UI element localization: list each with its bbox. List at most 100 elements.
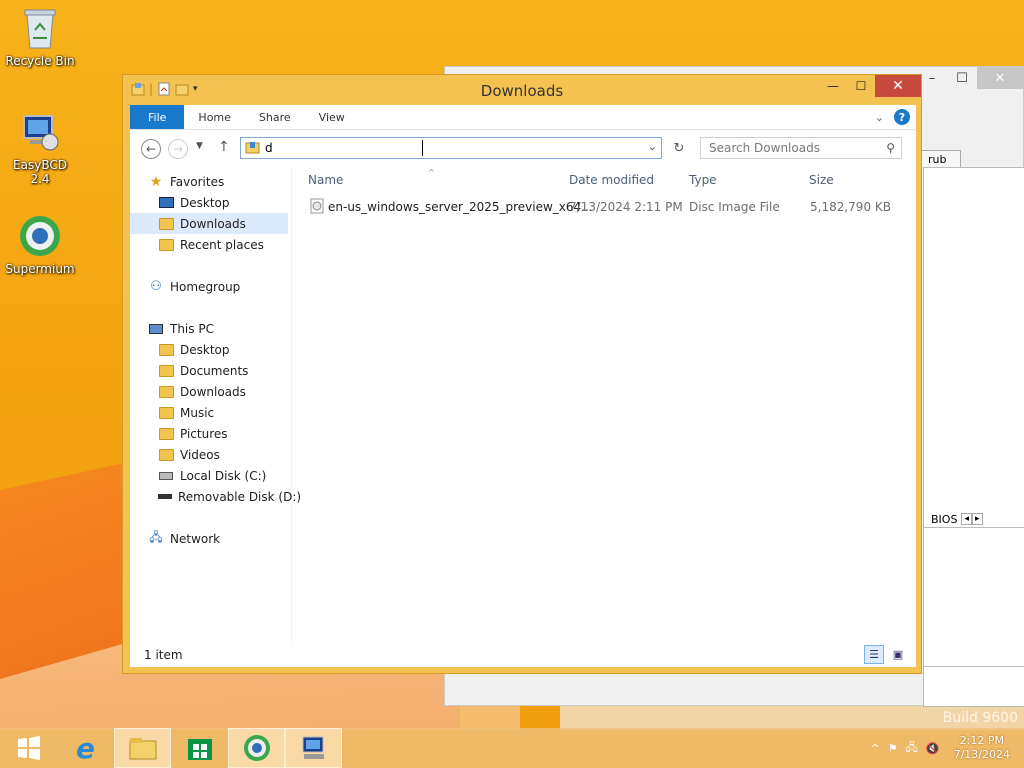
recycle-bin-icon: [18, 6, 62, 50]
tab-share[interactable]: Share: [245, 105, 305, 129]
nav-homegroup[interactable]: ⚇ Homegroup: [130, 276, 288, 297]
maximize-icon[interactable]: ☐: [947, 67, 977, 89]
ribbon-tabs: File Home Share View ⌄ ?: [130, 105, 916, 130]
content-area: ★ Favorites Desktop Downloads Recent pla…: [130, 168, 916, 642]
refresh-button[interactable]: ↻: [668, 137, 690, 159]
nav-pc-removable-disk[interactable]: Removable Disk (D:): [130, 486, 301, 507]
item-count: 1 item: [144, 647, 183, 662]
file-size: 5,182,790 KB: [810, 200, 891, 214]
bios-bar: BIOS ◂ ▸: [923, 509, 1024, 529]
clock[interactable]: 2:12 PM 7/13/2024: [954, 734, 1010, 762]
up-button[interactable]: ↑: [218, 139, 230, 155]
nav-pc-pictures[interactable]: Pictures: [130, 423, 288, 444]
address-bar[interactable]: d ⌄: [240, 137, 662, 159]
action-center-flag-icon[interactable]: ⚑: [888, 742, 898, 755]
expand-ribbon-icon[interactable]: ⌄: [875, 111, 884, 124]
show-hidden-icons-icon[interactable]: ^: [871, 742, 880, 755]
large-icons-view-icon[interactable]: ▣: [888, 645, 908, 664]
nav-favorites[interactable]: ★ Favorites: [130, 171, 288, 192]
scroll-right-icon[interactable]: ▸: [971, 513, 983, 525]
taskbar-store[interactable]: [171, 728, 228, 768]
desktop-icon-easybcd[interactable]: EasyBCD 2.4: [2, 110, 78, 186]
nav-label: Recent places: [180, 237, 264, 252]
search-input[interactable]: Search Downloads ⚲: [700, 137, 902, 159]
column-header-date[interactable]: Date modified: [569, 173, 654, 187]
navigation-pane: ★ Favorites Desktop Downloads Recent pla…: [130, 168, 301, 642]
address-input[interactable]: d: [265, 141, 273, 155]
supermium-icon: [243, 735, 270, 761]
nav-label: Desktop: [180, 342, 230, 357]
nav-label: Network: [170, 531, 221, 546]
scroll-left-icon[interactable]: ◂: [961, 513, 972, 525]
folder-icon: [158, 405, 174, 421]
close-icon[interactable]: ✕: [977, 67, 1023, 89]
details-view-icon[interactable]: ☰: [864, 645, 884, 664]
taskbar-internet-explorer[interactable]: e: [57, 728, 114, 768]
nav-label: Downloads: [180, 384, 246, 399]
tab-home[interactable]: Home: [184, 105, 244, 129]
clock-date: 7/13/2024: [953, 748, 1010, 761]
nav-network[interactable]: 🖧 Network: [130, 528, 288, 549]
file-name: en-us_windows_server_2025_preview_x64...: [328, 200, 593, 214]
nav-pc-documents[interactable]: Documents: [130, 360, 288, 381]
folder-icon: [245, 140, 261, 157]
easybcd-icon: [18, 110, 62, 154]
nav-pc-music[interactable]: Music: [130, 402, 288, 423]
folder-icon: [158, 384, 174, 400]
nav-pc-videos[interactable]: Videos: [130, 444, 288, 465]
network-status-icon[interactable]: 🖧: [906, 739, 918, 758]
nav-favorites-downloads[interactable]: Downloads: [130, 213, 288, 234]
nav-favorites-recent[interactable]: Recent places: [130, 234, 288, 255]
taskbar-supermium[interactable]: [228, 728, 285, 768]
column-header-size[interactable]: Size: [809, 173, 834, 187]
tab-file[interactable]: File: [130, 105, 185, 129]
recent-locations-icon[interactable]: ▼: [196, 141, 203, 151]
status-bar: 1 item ☰ ▣: [130, 642, 916, 667]
nav-pc-local-disk[interactable]: Local Disk (C:): [130, 465, 288, 486]
close-button[interactable]: ✕: [875, 75, 921, 97]
nav-label: Videos: [180, 447, 220, 462]
maximize-button[interactable]: ☐: [847, 75, 875, 97]
desktop-icon-supermium[interactable]: Supermium: [2, 214, 78, 276]
system-tray: ^ ⚑ 🖧 🔇 2:12 PM 7/13/2024: [871, 728, 1024, 768]
nav-label: Pictures: [180, 426, 228, 441]
bios-label: BIOS: [931, 512, 958, 526]
nav-label: Homegroup: [170, 279, 241, 294]
search-icon[interactable]: ⚲: [886, 141, 895, 155]
taskbar-easybcd[interactable]: [285, 728, 342, 768]
nav-this-pc[interactable]: This PC: [130, 318, 288, 339]
clock-time: 2:12 PM: [959, 734, 1004, 747]
nav-pc-desktop[interactable]: Desktop: [130, 339, 288, 360]
tab-view[interactable]: View: [305, 105, 359, 129]
taskbar-file-explorer[interactable]: [114, 728, 171, 768]
network-icon: 🖧: [149, 530, 163, 544]
nav-favorites-desktop[interactable]: Desktop: [130, 192, 288, 213]
supermium-icon: [18, 214, 62, 258]
folder-icon: [158, 426, 174, 442]
desktop-icon-recycle-bin[interactable]: Recycle Bin: [2, 6, 78, 68]
minimize-button[interactable]: —: [819, 75, 847, 97]
column-header-name[interactable]: Name: [308, 173, 343, 187]
volume-muted-icon[interactable]: 🔇: [926, 742, 940, 755]
drive-icon: [158, 468, 174, 484]
column-header-type[interactable]: Type: [689, 173, 717, 187]
help-icon[interactable]: ?: [894, 109, 910, 125]
title-bar[interactable]: | ▾ Downloads — ☐ ✕: [123, 75, 921, 105]
text-cursor-icon: [422, 140, 430, 156]
chevron-down-icon[interactable]: ⌄: [648, 140, 657, 153]
window-title: Downloads: [480, 82, 564, 100]
nav-pc-downloads[interactable]: Downloads: [130, 381, 288, 402]
forward-button[interactable]: →: [168, 139, 188, 159]
folder-icon: [158, 363, 174, 379]
desktop-icon-label: Supermium: [5, 262, 75, 276]
explorer-window[interactable]: | ▾ Downloads — ☐ ✕ File Home Share View…: [122, 74, 922, 674]
star-icon: ★: [149, 173, 163, 190]
file-row[interactable]: en-us_windows_server_2025_preview_x64...…: [308, 196, 908, 218]
taskbar: e ^ ⚑ 🖧 🔇 2:12 PM 7/13/2024: [0, 728, 1024, 768]
computer-icon: [148, 321, 164, 337]
nav-label: Favorites: [170, 174, 225, 189]
nav-label: Downloads: [180, 216, 246, 231]
start-button[interactable]: [0, 728, 57, 768]
build-watermark: Build 9600: [942, 710, 1018, 726]
back-button[interactable]: ←: [141, 139, 161, 159]
